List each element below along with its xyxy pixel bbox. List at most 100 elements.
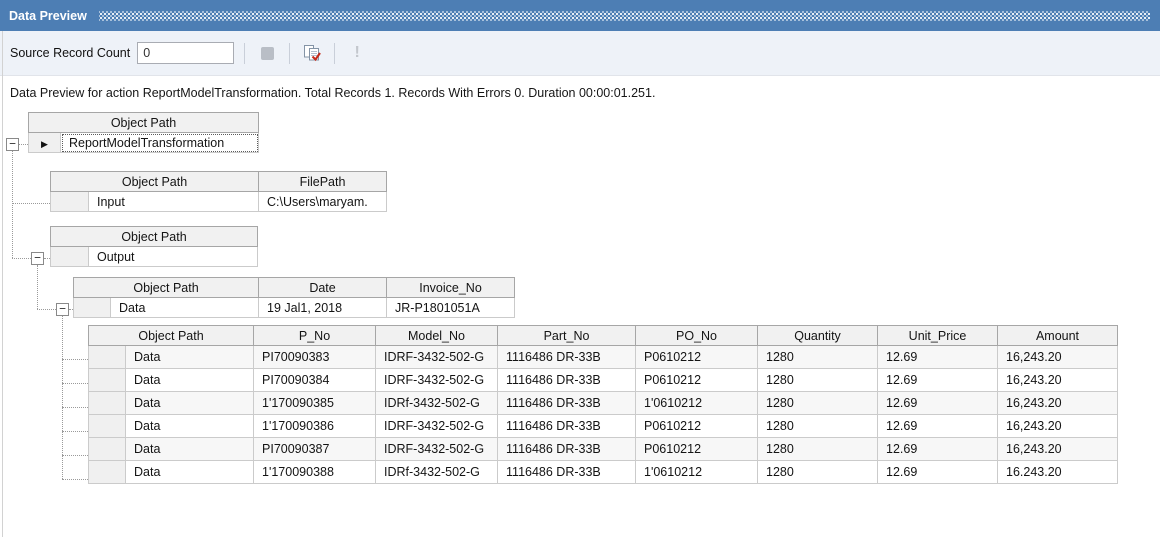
- cell-quantity[interactable]: 1280: [758, 369, 878, 392]
- table-row[interactable]: Output: [51, 247, 258, 267]
- cell-amount[interactable]: 16,243.20: [998, 415, 1118, 438]
- table-row[interactable]: Data 1'170090386 IDRF-3432-502-G 1116486…: [89, 415, 1118, 438]
- row-selector[interactable]: [89, 461, 126, 484]
- cell-quantity[interactable]: 1280: [758, 346, 878, 369]
- cell-amount[interactable]: 16,243.20: [998, 392, 1118, 415]
- column-header-filepath[interactable]: FilePath: [259, 172, 387, 192]
- cell-model-no[interactable]: IDRF-3432-502-G: [376, 415, 498, 438]
- cell-object-path[interactable]: Data: [126, 392, 254, 415]
- cell-part-no[interactable]: 1116486 DR-33B: [498, 461, 636, 484]
- table-row[interactable]: Data PI70090387 IDRF-3432-502-G 1116486 …: [89, 438, 1118, 461]
- cell-unit-price[interactable]: 12.69: [878, 415, 998, 438]
- cell-unit-price[interactable]: 12.69: [878, 346, 998, 369]
- row-selector[interactable]: ▶: [29, 133, 61, 153]
- table-row[interactable]: Data 19 Jal1, 2018 JR-P1801051A: [74, 298, 515, 318]
- column-header-object-path[interactable]: Object Path: [89, 326, 254, 346]
- cell-p-no[interactable]: PI70090384: [254, 369, 376, 392]
- cell-object-path[interactable]: Input: [89, 192, 259, 212]
- column-header-date[interactable]: Date: [259, 278, 387, 298]
- collapse-expander-icon[interactable]: −: [31, 252, 44, 265]
- cell-quantity[interactable]: 1280: [758, 438, 878, 461]
- source-record-count-input[interactable]: [137, 42, 234, 64]
- cell-p-no[interactable]: 1'170090386: [254, 415, 376, 438]
- collapse-expander-icon[interactable]: −: [56, 303, 69, 316]
- row-selector[interactable]: [51, 247, 89, 267]
- preview-data-button[interactable]: [300, 41, 324, 65]
- column-header-p-no[interactable]: P_No: [254, 326, 376, 346]
- cell-unit-price[interactable]: 12.69: [878, 461, 998, 484]
- detail-grid: Object Path P_No Model_No Part_No PO_No …: [88, 325, 1118, 484]
- cell-model-no[interactable]: IDRF-3432-502-G: [376, 438, 498, 461]
- cell-po-no[interactable]: P0610212: [636, 438, 758, 461]
- cell-po-no[interactable]: P0610212: [636, 346, 758, 369]
- table-row[interactable]: Data 1'170090388 IDRf-3432-502-G 1116486…: [89, 461, 1118, 484]
- column-header-invoice-no[interactable]: Invoice_No: [387, 278, 515, 298]
- table-row[interactable]: Data PI70090384 IDRF-3432-502-G 1116486 …: [89, 369, 1118, 392]
- table-row[interactable]: Input C:\Users\maryam.: [51, 192, 387, 212]
- column-header-model-no[interactable]: Model_No: [376, 326, 498, 346]
- row-selector[interactable]: [74, 298, 111, 318]
- show-errors-button[interactable]: !: [345, 41, 369, 65]
- cell-amount[interactable]: 16.243.20: [998, 461, 1118, 484]
- column-header-object-path[interactable]: Object Path: [29, 113, 259, 133]
- panel-titlebar[interactable]: Data Preview: [0, 0, 1160, 31]
- column-header-unit-price[interactable]: Unit_Price: [878, 326, 998, 346]
- cell-object-path[interactable]: Data: [126, 346, 254, 369]
- cell-po-no[interactable]: P0610212: [636, 415, 758, 438]
- table-row[interactable]: Data 1'170090385 IDRf-3432-502-G 1116486…: [89, 392, 1118, 415]
- cell-amount[interactable]: 16,243.20: [998, 346, 1118, 369]
- cell-model-no[interactable]: IDRF-3432-502-G: [376, 369, 498, 392]
- cell-po-no[interactable]: 1'0610212: [636, 392, 758, 415]
- table-row[interactable]: Data PI70090383 IDRF-3432-502-G 1116486 …: [89, 346, 1118, 369]
- cell-po-no[interactable]: P0610212: [636, 369, 758, 392]
- cell-filepath[interactable]: C:\Users\maryam.: [259, 192, 387, 212]
- cell-date[interactable]: 19 Jal1, 2018: [259, 298, 387, 318]
- cell-object-path[interactable]: Data: [111, 298, 259, 318]
- cell-unit-price[interactable]: 12.69: [878, 369, 998, 392]
- cell-p-no[interactable]: 1'170090388: [254, 461, 376, 484]
- column-header-object-path[interactable]: Object Path: [51, 172, 259, 192]
- cell-part-no[interactable]: 1116486 DR-33B: [498, 346, 636, 369]
- cell-p-no[interactable]: PI70090383: [254, 346, 376, 369]
- column-header-object-path[interactable]: Object Path: [74, 278, 259, 298]
- table-row[interactable]: ▶ ReportModelTransformation: [29, 133, 259, 153]
- collapse-expander-icon[interactable]: −: [6, 138, 19, 151]
- row-selector[interactable]: [51, 192, 89, 212]
- cell-object-path[interactable]: Data: [126, 438, 254, 461]
- cell-part-no[interactable]: 1116486 DR-33B: [498, 369, 636, 392]
- row-selector[interactable]: [89, 369, 126, 392]
- cell-part-no[interactable]: 1116486 DR-33B: [498, 392, 636, 415]
- row-selector[interactable]: [89, 415, 126, 438]
- cell-quantity[interactable]: 1280: [758, 461, 878, 484]
- column-header-po-no[interactable]: PO_No: [636, 326, 758, 346]
- cell-amount[interactable]: 16,243.20: [998, 438, 1118, 461]
- cell-object-path[interactable]: Output: [89, 247, 258, 267]
- stop-preview-button[interactable]: [255, 41, 279, 65]
- column-header-object-path[interactable]: Object Path: [51, 227, 258, 247]
- cell-object-path[interactable]: Data: [126, 415, 254, 438]
- cell-po-no[interactable]: 1'0610212: [636, 461, 758, 484]
- cell-object-path[interactable]: Data: [126, 369, 254, 392]
- tree-connector: [19, 144, 28, 145]
- cell-amount[interactable]: 16,243.20: [998, 369, 1118, 392]
- cell-model-no[interactable]: IDRf-3432-502-G: [376, 392, 498, 415]
- cell-unit-price[interactable]: 12.69: [878, 438, 998, 461]
- cell-quantity[interactable]: 1280: [758, 415, 878, 438]
- cell-model-no[interactable]: IDRf-3432-502-G: [376, 461, 498, 484]
- cell-part-no[interactable]: 1116486 DR-33B: [498, 415, 636, 438]
- cell-p-no[interactable]: PI70090387: [254, 438, 376, 461]
- row-selector[interactable]: [89, 392, 126, 415]
- column-header-amount[interactable]: Amount: [998, 326, 1118, 346]
- cell-invoice-no[interactable]: JR-P1801051A: [387, 298, 515, 318]
- column-header-quantity[interactable]: Quantity: [758, 326, 878, 346]
- row-selector[interactable]: [89, 438, 126, 461]
- cell-object-path[interactable]: ReportModelTransformation: [61, 133, 259, 153]
- cell-quantity[interactable]: 1280: [758, 392, 878, 415]
- row-selector[interactable]: [89, 346, 126, 369]
- cell-p-no[interactable]: 1'170090385: [254, 392, 376, 415]
- cell-model-no[interactable]: IDRF-3432-502-G: [376, 346, 498, 369]
- cell-object-path[interactable]: Data: [126, 461, 254, 484]
- cell-part-no[interactable]: 1116486 DR-33B: [498, 438, 636, 461]
- column-header-part-no[interactable]: Part_No: [498, 326, 636, 346]
- cell-unit-price[interactable]: 12.69: [878, 392, 998, 415]
